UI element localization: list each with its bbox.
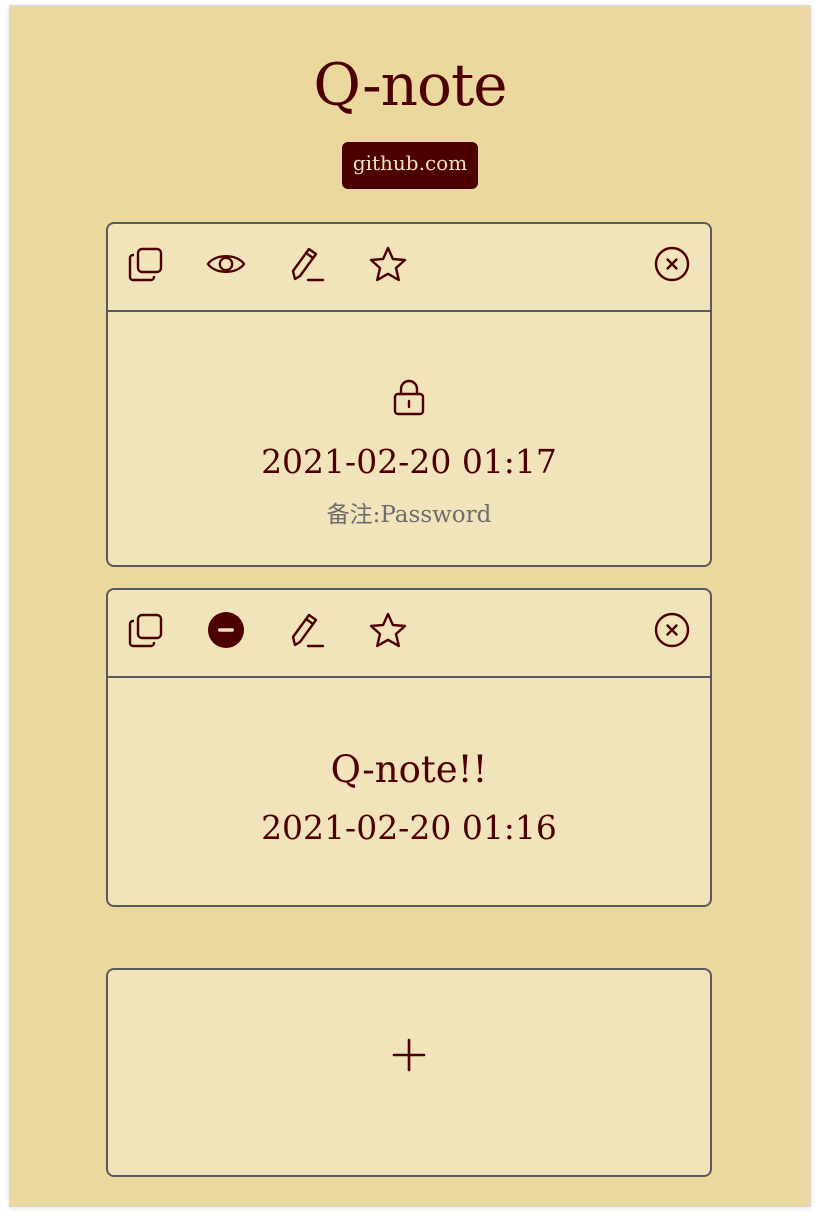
app-frame: Q-note github.com 2021-02-20 01:17 备注:Pa…: [10, 6, 810, 1206]
pencil-icon[interactable]: [287, 244, 327, 284]
note-toolbar: [108, 224, 710, 312]
note-body[interactable]: 2021-02-20 01:17 备注:Password: [108, 312, 710, 567]
lock-icon: [391, 378, 427, 416]
star-icon[interactable]: [368, 610, 408, 650]
note-text: Q-note!!: [330, 748, 488, 791]
note-card: Q-note!! 2021-02-20 01:16: [106, 588, 712, 907]
note-remark: 备注:Password: [326, 502, 492, 528]
add-note-button[interactable]: [106, 968, 712, 1177]
note-toolbar: [108, 590, 710, 678]
note-time: 2021-02-20 01:16: [261, 808, 557, 847]
plus-icon: [392, 1038, 426, 1076]
close-circle-icon[interactable]: [652, 610, 692, 650]
close-circle-icon[interactable]: [652, 244, 692, 284]
note-card: 2021-02-20 01:17 备注:Password: [106, 222, 712, 567]
copy-icon[interactable]: [126, 610, 166, 650]
app-title: Q-note: [313, 51, 507, 119]
copy-icon[interactable]: [126, 244, 166, 284]
minus-circle-icon[interactable]: [206, 610, 246, 650]
star-icon[interactable]: [368, 244, 408, 284]
github-button[interactable]: github.com: [342, 142, 478, 189]
note-body[interactable]: Q-note!! 2021-02-20 01:16: [108, 678, 710, 907]
eye-icon[interactable]: [206, 244, 246, 284]
pencil-icon[interactable]: [287, 610, 327, 650]
note-time: 2021-02-20 01:17: [261, 442, 557, 481]
